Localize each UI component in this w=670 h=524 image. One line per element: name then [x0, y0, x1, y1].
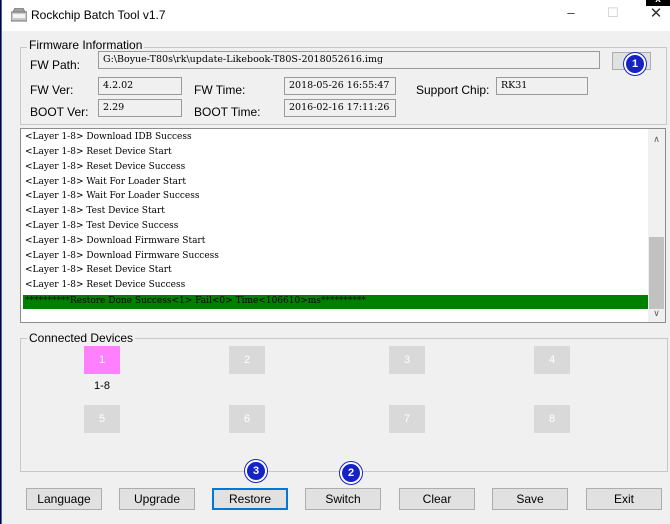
log-line: <Layer 1-8> Wait For Loader Start	[25, 177, 186, 187]
switch-button[interactable]: Switch	[305, 488, 381, 510]
scroll-thumb[interactable]	[649, 237, 664, 309]
device-slot-5[interactable]: 5	[84, 405, 120, 433]
annotation-badge-3: 3	[245, 460, 267, 482]
scroll-up-icon[interactable]: ∧	[648, 134, 665, 145]
log-success-line: **********Restore Done Success<1> Fail<0…	[23, 295, 649, 309]
log-line: <Layer 1-8> Test Device Start	[25, 206, 165, 216]
annotation-badge-1: 1	[624, 53, 646, 75]
log-line: <Layer 1-8> Wait For Loader Success	[25, 191, 200, 201]
support-chip-label: Support Chip:	[416, 83, 490, 97]
log-line: <Layer 1-8> Download Firmware Success	[25, 251, 219, 261]
app-icon	[11, 8, 27, 22]
fw-time-field: 2018-05-26 16:55:47	[284, 77, 396, 95]
device-slot-1-sublabel: 1-8	[94, 380, 110, 392]
restore-button[interactable]: Restore	[212, 488, 288, 510]
fw-time-label: FW Time:	[194, 83, 246, 97]
window-title: Rockchip Batch Tool v1.7	[31, 8, 166, 22]
save-button[interactable]: Save	[492, 488, 568, 510]
device-slot-1[interactable]: 1	[84, 346, 120, 374]
app-window: Rockchip Batch Tool v1.7 – ☐ ✕ Firmware …	[1, 0, 670, 524]
log-line: <Layer 1-8> Reset Device Start	[25, 265, 172, 275]
log-line: <Layer 1-8> Reset Device Success	[25, 162, 186, 172]
fw-path-label: FW Path:	[30, 58, 81, 72]
scroll-down-icon[interactable]: ∨	[648, 308, 665, 319]
annotation-badge-2: 2	[340, 462, 362, 484]
exit-button[interactable]: Exit	[586, 488, 662, 510]
log-line: <Layer 1-8> Download IDB Success	[25, 132, 192, 142]
log-success-text: **********Restore Done Success<1> Fail<0…	[25, 296, 366, 306]
fw-path-field: G:\Boyue-T80s\rk\update-Likebook-T80S-20…	[98, 51, 600, 69]
boot-ver-field: 2.29	[98, 99, 182, 117]
support-chip-field: RK31	[496, 77, 588, 95]
title-bar: Rockchip Batch Tool v1.7 – ☐ ✕	[2, 0, 670, 31]
boot-time-label: BOOT Time:	[194, 105, 261, 119]
clear-button[interactable]: Clear	[399, 488, 475, 510]
minimize-button[interactable]: –	[556, 5, 586, 20]
firmware-info-label: Firmware Information	[27, 38, 145, 52]
log-line: <Layer 1-8> Test Device Success	[25, 221, 179, 231]
fw-ver-label: FW Ver:	[30, 83, 74, 97]
upgrade-button[interactable]: Upgrade	[119, 488, 195, 510]
log-line: <Layer 1-8> Download Firmware Start	[25, 236, 206, 246]
maximize-button[interactable]: ☐	[598, 5, 628, 21]
device-slot-7[interactable]: 7	[389, 405, 425, 433]
device-slot-4[interactable]: 4	[534, 346, 570, 374]
device-slot-6[interactable]: 6	[229, 405, 265, 433]
boot-time-field: 2016-02-16 17:11:26	[284, 99, 396, 117]
log-line: <Layer 1-8> Reset Device Start	[25, 147, 172, 157]
device-slot-2[interactable]: 2	[229, 346, 265, 374]
fw-ver-field: 4.2.02	[98, 77, 182, 95]
log-line: <Layer 1-8> Reset Device Success	[25, 280, 186, 290]
language-button[interactable]: Language	[26, 488, 102, 510]
close-button[interactable]: ✕	[641, 4, 670, 22]
device-slot-3[interactable]: 3	[389, 346, 425, 374]
connected-devices-label: Connected Devices	[27, 331, 136, 345]
log-output[interactable]: <Layer 1-8> Download IDB Success <Layer …	[20, 128, 666, 323]
close-overlay-icon: x	[646, 0, 670, 6]
boot-ver-label: BOOT Ver:	[30, 105, 89, 119]
log-scrollbar[interactable]: ∧ ∨	[648, 129, 665, 322]
device-slot-8[interactable]: 8	[534, 405, 570, 433]
